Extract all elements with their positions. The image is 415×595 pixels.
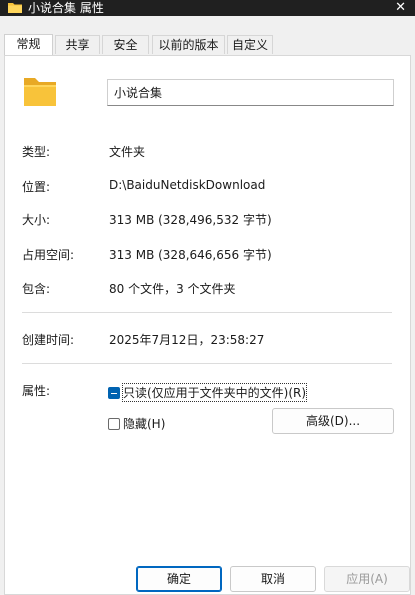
hidden-label: 隐藏(H) (123, 417, 166, 431)
type-value: 文件夹 (109, 145, 146, 159)
location-label: 位置: (22, 180, 51, 194)
type-label: 类型: (22, 145, 51, 159)
window-title: 小说合集 属性 (28, 1, 104, 15)
ok-button[interactable]: 确定 (136, 566, 222, 592)
size-on-disk-value: 313 MB (328,646,656 字节) (109, 248, 272, 262)
size-label: 大小: (22, 213, 51, 227)
size-value: 313 MB (328,496,532 字节) (109, 213, 272, 227)
attributes-label: 属性: (22, 384, 51, 398)
readonly-label: 只读(仅应用于文件夹中的文件)(R) (121, 383, 308, 402)
tab-sharing[interactable]: 共享 (55, 35, 100, 54)
contains-value: 80 个文件，3 个文件夹 (109, 282, 236, 296)
size-on-disk-label: 占用空间: (22, 248, 75, 262)
hidden-checkbox[interactable] (108, 417, 120, 430)
contains-label: 包含: (22, 282, 51, 296)
location-value: D:\BaiduNetdiskDownload (109, 178, 266, 192)
close-icon[interactable]: ✕ (395, 0, 406, 16)
general-panel (4, 55, 411, 595)
folder-name-input[interactable] (107, 79, 394, 106)
created-label: 创建时间: (22, 333, 75, 347)
folder-icon (8, 3, 22, 13)
advanced-button[interactable]: 高级(D)... (272, 408, 394, 434)
tab-customize[interactable]: 自定义 (227, 35, 273, 54)
readonly-checkbox[interactable] (108, 386, 120, 399)
divider (22, 312, 392, 313)
divider (22, 363, 392, 364)
tab-general[interactable]: 常规 (4, 34, 53, 55)
tab-security[interactable]: 安全 (102, 35, 149, 54)
hidden-option[interactable]: 隐藏(H) (108, 415, 165, 432)
apply-button[interactable]: 应用(A) (324, 566, 410, 592)
tab-previous-versions[interactable]: 以前的版本 (152, 35, 225, 54)
readonly-option[interactable]: 只读(仅应用于文件夹中的文件)(R) (108, 383, 308, 402)
created-value: 2025年7月12日，23:58:27 (109, 333, 265, 347)
folder-large-icon (24, 78, 56, 106)
title-bar[interactable]: 小说合集 属性 ✕ (0, 0, 415, 16)
cancel-button[interactable]: 取消 (230, 566, 316, 592)
